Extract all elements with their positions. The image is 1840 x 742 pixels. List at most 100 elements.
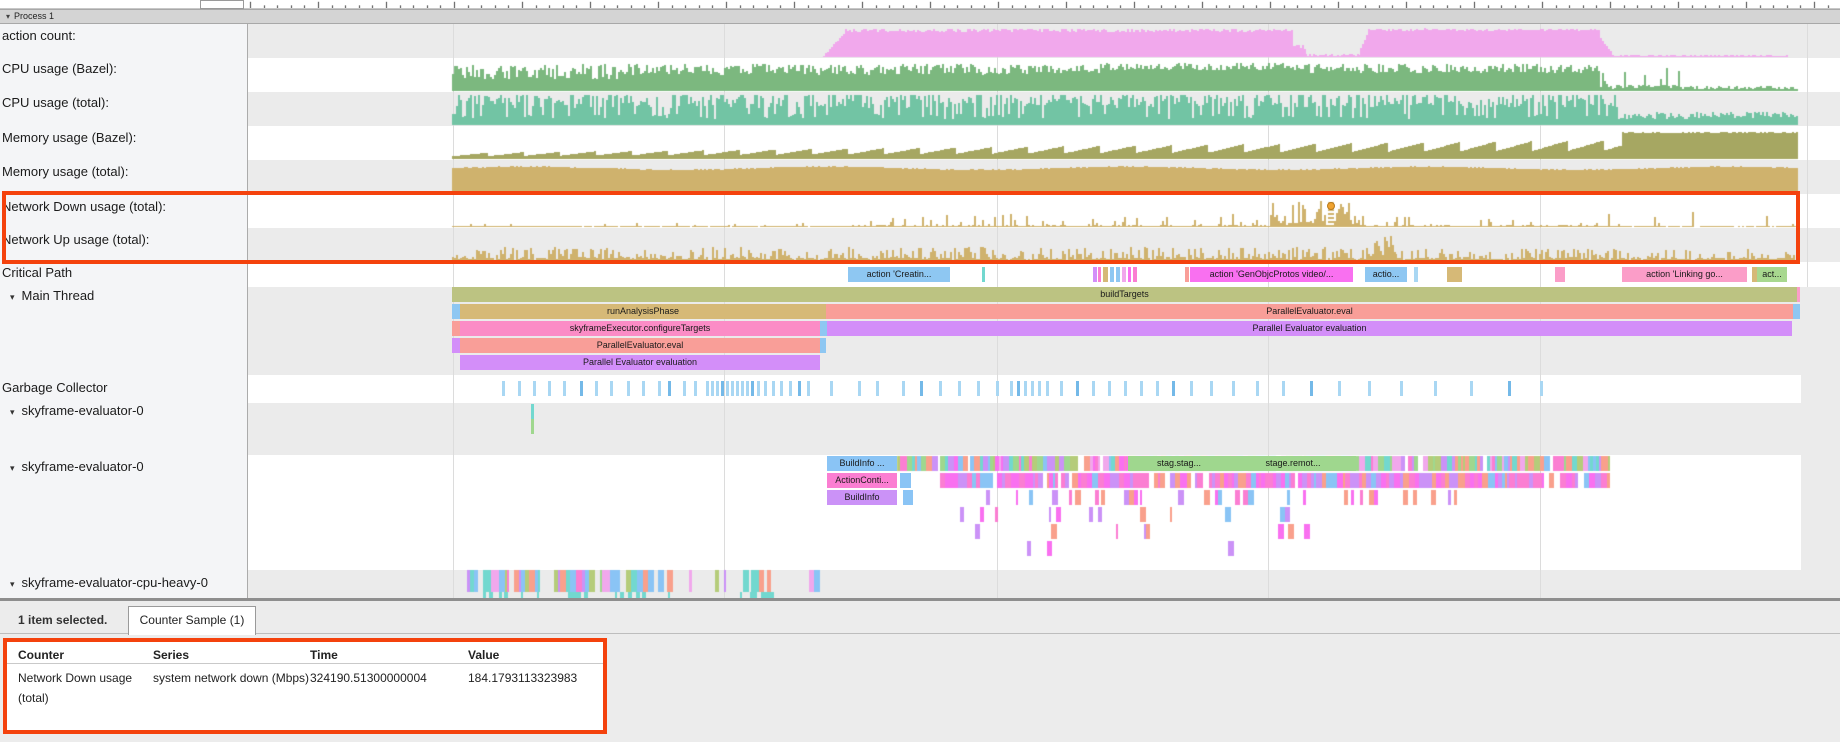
skyframe-event-tick[interactable] xyxy=(531,419,534,434)
critical-path-span[interactable]: actio... xyxy=(1365,267,1407,282)
gc-event-tick[interactable] xyxy=(721,381,724,396)
gc-event-tick[interactable] xyxy=(627,381,630,396)
sidebar-item-cpu-usage-total[interactable]: CPU usage (total): xyxy=(2,95,109,111)
gc-event-tick[interactable] xyxy=(1338,381,1341,396)
gc-event-tick[interactable] xyxy=(920,381,923,396)
critical-path-span[interactable] xyxy=(1122,267,1126,282)
gc-event-tick[interactable] xyxy=(683,381,686,396)
worker-slices-chart[interactable] xyxy=(248,432,1840,598)
gc-event-tick[interactable] xyxy=(1508,381,1511,396)
gc-event-tick[interactable] xyxy=(1124,381,1127,396)
skyframe-span[interactable] xyxy=(900,473,911,488)
critical-path-span[interactable] xyxy=(1116,267,1120,282)
gc-event-tick[interactable] xyxy=(1540,381,1543,396)
main-thread-span[interactable] xyxy=(1793,304,1800,319)
gc-event-tick[interactable] xyxy=(977,381,980,396)
sidebar-item-memory-usage-bazel[interactable]: Memory usage (Bazel): xyxy=(2,130,136,146)
gc-event-tick[interactable] xyxy=(694,381,697,396)
critical-path-span[interactable]: action 'GenObjcProtos video/... xyxy=(1190,267,1353,282)
gc-event-tick[interactable] xyxy=(741,381,744,396)
main-thread-span[interactable]: skyframeExecutor.configureTargets xyxy=(460,321,820,336)
collapse-arrow-icon[interactable]: ▾ xyxy=(10,407,15,417)
memory-usage-bazel-chart[interactable] xyxy=(248,126,1840,160)
gc-event-tick[interactable] xyxy=(780,381,783,396)
gc-event-tick[interactable] xyxy=(548,381,551,396)
gc-event-tick[interactable] xyxy=(610,381,613,396)
gc-event-tick[interactable] xyxy=(751,381,754,396)
gc-event-tick[interactable] xyxy=(1108,381,1111,396)
critical-path-span[interactable]: action 'Creatin... xyxy=(848,267,950,282)
gc-event-tick[interactable] xyxy=(1256,381,1259,396)
gc-event-tick[interactable] xyxy=(1172,381,1175,396)
time-ruler[interactable] xyxy=(0,0,1840,9)
sidebar-item-action-count[interactable]: action count: xyxy=(2,28,76,44)
gc-event-tick[interactable] xyxy=(1310,381,1313,396)
main-thread-span[interactable] xyxy=(820,338,826,353)
critical-path-span[interactable] xyxy=(1414,267,1418,282)
main-thread-span[interactable]: Parallel Evaluator evaluation xyxy=(460,355,820,370)
critical-path-span[interactable] xyxy=(1098,267,1101,282)
gc-event-tick[interactable] xyxy=(1076,381,1079,396)
gc-event-tick[interactable] xyxy=(1470,381,1473,396)
gc-event-tick[interactable] xyxy=(716,381,719,396)
critical-path-span[interactable] xyxy=(1128,267,1131,282)
gc-event-tick[interactable] xyxy=(876,381,879,396)
gc-event-tick[interactable] xyxy=(958,381,961,396)
skyframe-event-tick[interactable] xyxy=(531,404,534,419)
collapse-arrow-icon[interactable]: ▾ xyxy=(10,463,15,473)
critical-path-span[interactable] xyxy=(1103,267,1108,282)
sidebar-item-skyframe-evaluator-0-b[interactable]: ▾skyframe-evaluator-0 xyxy=(10,459,144,476)
main-thread-span[interactable]: runAnalysisPhase xyxy=(460,304,826,319)
gc-event-tick[interactable] xyxy=(642,381,645,396)
gc-event-tick[interactable] xyxy=(1017,381,1020,396)
sidebar-item-skyframe-evaluator-cpu-heavy-0[interactable]: ▾skyframe-evaluator-cpu-heavy-0 xyxy=(10,575,208,592)
sidebar-item-network-up-usage-total[interactable]: Network Up usage (total): xyxy=(2,232,149,248)
action-count-chart[interactable] xyxy=(248,24,1840,58)
gc-event-tick[interactable] xyxy=(731,381,734,396)
gc-event-tick[interactable] xyxy=(1210,381,1213,396)
gc-event-tick[interactable] xyxy=(789,381,792,396)
gc-event-tick[interactable] xyxy=(1046,381,1049,396)
tab-counter-sample[interactable]: Counter Sample (1) xyxy=(128,606,256,635)
collapse-arrow-icon[interactable]: ▾ xyxy=(10,292,15,302)
sidebar-item-main-thread[interactable]: ▾Main Thread xyxy=(10,288,94,305)
gc-event-tick[interactable] xyxy=(902,381,905,396)
gc-event-tick[interactable] xyxy=(996,381,999,396)
gc-event-tick[interactable] xyxy=(1031,381,1034,396)
gc-event-tick[interactable] xyxy=(1190,381,1193,396)
skyframe-span[interactable]: stag.stag... xyxy=(1128,456,1230,471)
gc-event-tick[interactable] xyxy=(858,381,861,396)
gc-event-tick[interactable] xyxy=(1060,381,1063,396)
gc-event-tick[interactable] xyxy=(1024,381,1027,396)
gc-event-tick[interactable] xyxy=(746,381,749,396)
gc-event-tick[interactable] xyxy=(706,381,709,396)
gc-event-tick[interactable] xyxy=(726,381,729,396)
gc-event-tick[interactable] xyxy=(1282,381,1285,396)
gc-event-tick[interactable] xyxy=(1434,381,1437,396)
critical-path-span[interactable] xyxy=(1185,267,1189,282)
critical-path-span[interactable] xyxy=(1110,267,1114,282)
skyframe-span[interactable]: BuildInfo xyxy=(827,490,897,505)
cpu-usage-bazel-chart[interactable] xyxy=(248,58,1840,92)
sidebar-item-skyframe-evaluator-0-a[interactable]: ▾skyframe-evaluator-0 xyxy=(10,403,144,420)
critical-path-span[interactable] xyxy=(982,267,985,282)
gc-event-tick[interactable] xyxy=(563,381,566,396)
sidebar-item-garbage-collector[interactable]: Garbage Collector xyxy=(2,380,108,396)
gc-event-tick[interactable] xyxy=(502,381,505,396)
main-thread-span[interactable]: Parallel Evaluator evaluation xyxy=(827,321,1792,336)
collapse-arrow-icon[interactable]: ▾ xyxy=(6,12,10,21)
gc-event-tick[interactable] xyxy=(1038,381,1041,396)
gc-event-tick[interactable] xyxy=(736,381,739,396)
gc-event-tick[interactable] xyxy=(757,381,760,396)
gc-event-tick[interactable] xyxy=(1010,381,1013,396)
main-thread-span[interactable] xyxy=(1797,287,1800,302)
gc-event-tick[interactable] xyxy=(807,381,810,396)
skyframe-span[interactable]: BuildInfo ... xyxy=(827,456,897,471)
gc-event-tick[interactable] xyxy=(1156,381,1159,396)
skyframe-span[interactable] xyxy=(903,490,913,505)
critical-path-span[interactable] xyxy=(1555,267,1565,282)
critical-path-span[interactable] xyxy=(1133,267,1137,282)
main-thread-span[interactable]: buildTargets xyxy=(452,287,1797,302)
sidebar-item-memory-usage-total[interactable]: Memory usage (total): xyxy=(2,164,128,180)
gc-event-tick[interactable] xyxy=(533,381,536,396)
